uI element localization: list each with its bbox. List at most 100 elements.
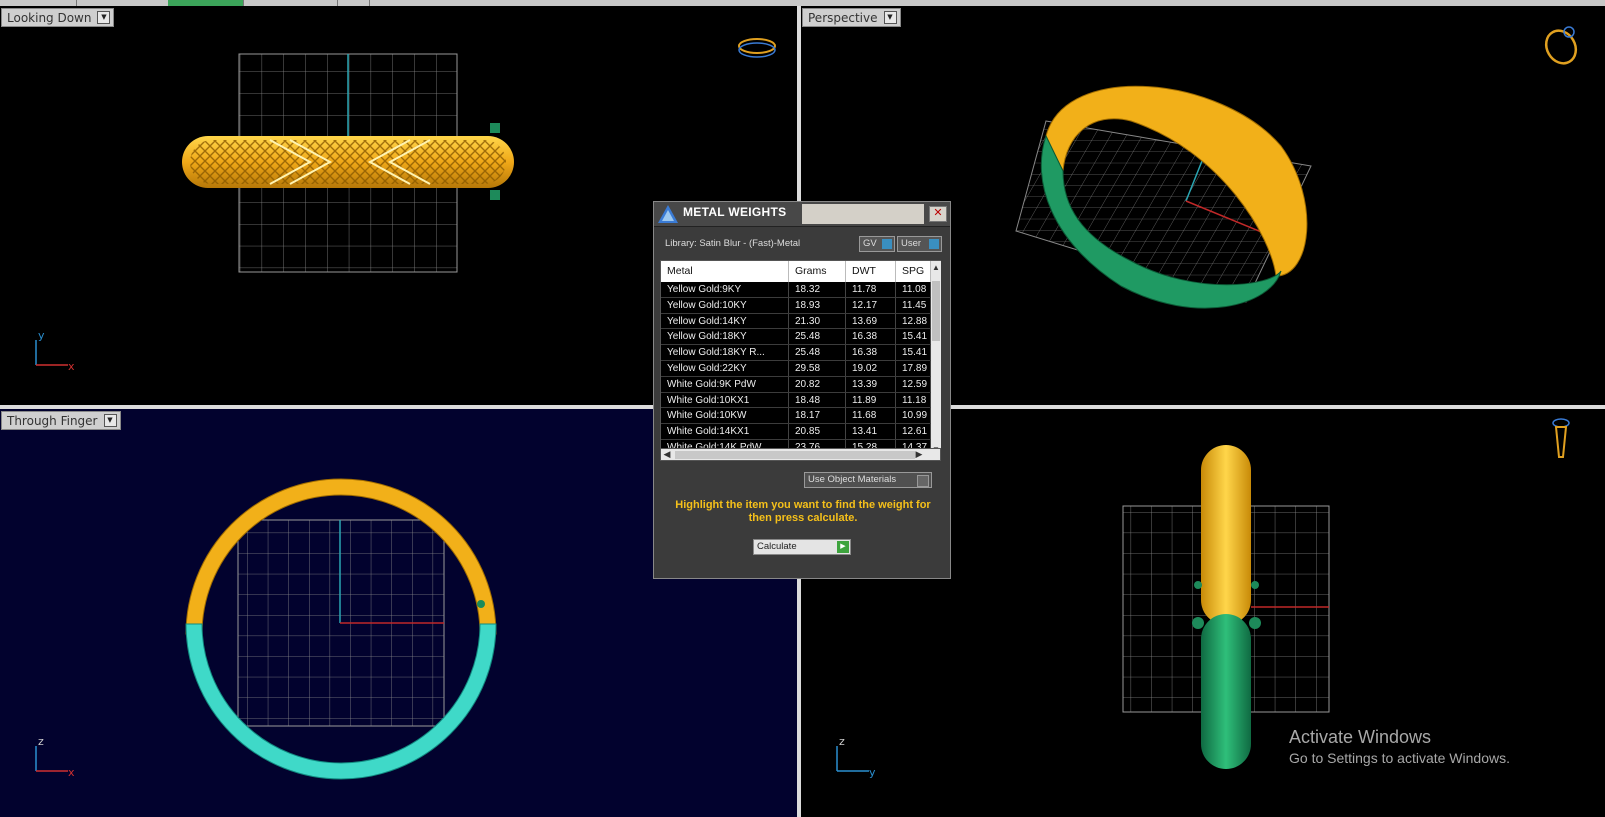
axis-label-x: x	[68, 766, 75, 779]
app-logo-icon	[658, 205, 678, 223]
cell-dwt: 19.02	[846, 360, 896, 376]
close-icon[interactable]: ✕	[929, 206, 947, 222]
cell-spg: 11.18	[896, 392, 931, 408]
table-row[interactable]: White Gold:14KX1 20.85 13.41 12.61	[661, 424, 931, 440]
table-row[interactable]: Yellow Gold:18KY R... 25.48 16.38 15.41	[661, 345, 931, 361]
viewport-label[interactable]: Perspective ▼	[802, 8, 901, 27]
cell-metal: White Gold:9K PdW	[661, 376, 789, 392]
cell-dwt: 13.41	[846, 424, 896, 439]
gv-toggle[interactable]: GV	[859, 236, 895, 252]
toggle-icon	[917, 475, 929, 487]
table-row[interactable]: Yellow Gold:22KY 29.58 19.02 17.89	[661, 360, 931, 377]
table-body: Yellow Gold:9KY 18.32 11.78 11.08 Yellow Go…	[661, 282, 931, 456]
calculate-button[interactable]: Calculate ▶	[753, 539, 851, 555]
cell-grams: 18.48	[789, 392, 846, 408]
table-row[interactable]: Yellow Gold:14KY 21.30 13.69 12.88	[661, 313, 931, 330]
cell-grams: 18.93	[789, 297, 846, 313]
column-header-grams[interactable]: Grams	[789, 261, 846, 282]
axis-label-y: y	[869, 766, 876, 779]
scroll-up-icon[interactable]: ▲	[931, 263, 941, 273]
vertical-scrollbar[interactable]: ▲ ▼	[931, 261, 941, 457]
table-row[interactable]: Yellow Gold:9KY 18.32 11.78 11.08	[661, 282, 931, 298]
chevron-down-icon[interactable]: ▼	[883, 11, 897, 24]
horizontal-scrollbar[interactable]: ◀ ▶	[660, 448, 941, 461]
cell-metal: White Gold:10KX1	[661, 392, 789, 408]
calculate-label: Calculate	[757, 541, 797, 552]
table-row[interactable]: White Gold:10KW 18.17 11.68 10.99	[661, 408, 931, 425]
scroll-right-icon[interactable]: ▶	[913, 449, 925, 460]
activate-windows-watermark: Activate Windows Go to Settings to activ…	[1289, 727, 1510, 766]
cell-spg: 11.08	[896, 282, 931, 297]
dialog-title-bar[interactable]: METAL WEIGHTS ✕	[654, 202, 950, 227]
viewport-name: Through Finger	[7, 413, 98, 428]
cell-metal: White Gold:10KW	[661, 408, 789, 424]
cell-spg: 12.61	[896, 424, 931, 439]
view-cube-icon[interactable]	[1540, 25, 1581, 68]
cell-metal: Yellow Gold:14KY	[661, 313, 789, 329]
toggle-icon	[929, 239, 939, 249]
cell-spg: 15.41	[896, 329, 931, 345]
instruction-text: Highlight the item you want to find the …	[675, 499, 931, 524]
user-toggle-label: User	[901, 238, 922, 249]
ring-side-green	[1201, 614, 1251, 769]
cell-metal: White Gold:14KX1	[661, 424, 789, 439]
column-header-metal[interactable]: Metal	[661, 261, 789, 282]
axis-label-y: y	[38, 329, 45, 342]
use-object-materials-label: Use Object Materials	[808, 474, 897, 485]
axis-label-z: z	[839, 735, 845, 748]
stone-setting	[490, 190, 500, 200]
column-header-dwt[interactable]: DWT	[846, 261, 896, 282]
cell-grams: 20.85	[789, 424, 846, 439]
gv-toggle-label: GV	[863, 238, 877, 249]
cell-spg: 12.59	[896, 376, 931, 392]
cell-grams: 25.48	[789, 329, 846, 345]
viewport-name: Perspective	[808, 10, 878, 25]
view-cube-icon[interactable]	[738, 38, 776, 58]
cell-grams: 25.48	[789, 345, 846, 360]
scroll-thumb[interactable]	[675, 451, 915, 459]
cell-spg: 10.99	[896, 408, 931, 424]
viewport-label[interactable]: Through Finger ▼	[1, 411, 121, 430]
cell-dwt: 16.38	[846, 329, 896, 345]
stone-setting	[490, 123, 500, 133]
axis-label-z: z	[38, 735, 44, 748]
watermark-title: Activate Windows	[1289, 727, 1432, 747]
cell-spg: 11.45	[896, 297, 931, 313]
scroll-thumb[interactable]	[932, 281, 940, 341]
play-icon: ▶	[837, 541, 849, 553]
cell-metal: Yellow Gold:22KY	[661, 360, 789, 376]
cell-grams: 29.58	[789, 360, 846, 376]
table-row[interactable]: White Gold:10KX1 18.48 11.89 11.18	[661, 392, 931, 409]
cell-dwt: 12.17	[846, 297, 896, 313]
table-row[interactable]: Yellow Gold:18KY 25.48 16.38 15.41	[661, 329, 931, 346]
cell-dwt: 16.38	[846, 345, 896, 360]
scroll-left-icon[interactable]: ◀	[661, 449, 673, 460]
cell-dwt: 11.78	[846, 282, 896, 297]
library-label: Library: Satin Blur - (Fast)-Metal	[665, 238, 801, 249]
cell-spg: 12.88	[896, 313, 931, 329]
metal-weights-table[interactable]: Metal Grams DWT SPG Yellow Gold:9KY 18.32…	[660, 260, 941, 458]
cell-grams: 20.82	[789, 376, 846, 392]
viewport-label[interactable]: Looking Down ▼	[1, 8, 115, 27]
axis-label-x: x	[68, 360, 75, 373]
table-header: Metal Grams DWT SPG	[661, 261, 931, 282]
chevron-down-icon[interactable]: ▼	[103, 414, 117, 427]
cell-metal: Yellow Gold:10KY	[661, 297, 789, 313]
use-object-materials-toggle[interactable]: Use Object Materials	[804, 472, 932, 488]
cell-grams: 21.30	[789, 313, 846, 329]
cell-dwt: 13.39	[846, 376, 896, 392]
table-row[interactable]: Yellow Gold:10KY 18.93 12.17 11.45	[661, 297, 931, 314]
table-row[interactable]: White Gold:9K PdW 20.82 13.39 12.59	[661, 376, 931, 393]
ring-side-gold	[1201, 445, 1251, 625]
column-header-spg[interactable]: SPG	[896, 261, 931, 282]
cell-metal: Yellow Gold:9KY	[661, 282, 789, 297]
axis-triad	[836, 746, 869, 772]
axis-triad	[35, 340, 68, 366]
metal-weights-dialog[interactable]: METAL WEIGHTS ✕ Library: Satin Blur - (F…	[653, 201, 951, 579]
cell-metal: Yellow Gold:18KY R...	[661, 345, 789, 360]
cell-spg: 17.89	[896, 360, 931, 376]
chevron-down-icon[interactable]: ▼	[97, 11, 111, 24]
user-toggle[interactable]: User	[897, 236, 942, 252]
view-cube-icon[interactable]	[1552, 418, 1570, 458]
cell-grams: 18.32	[789, 282, 846, 297]
